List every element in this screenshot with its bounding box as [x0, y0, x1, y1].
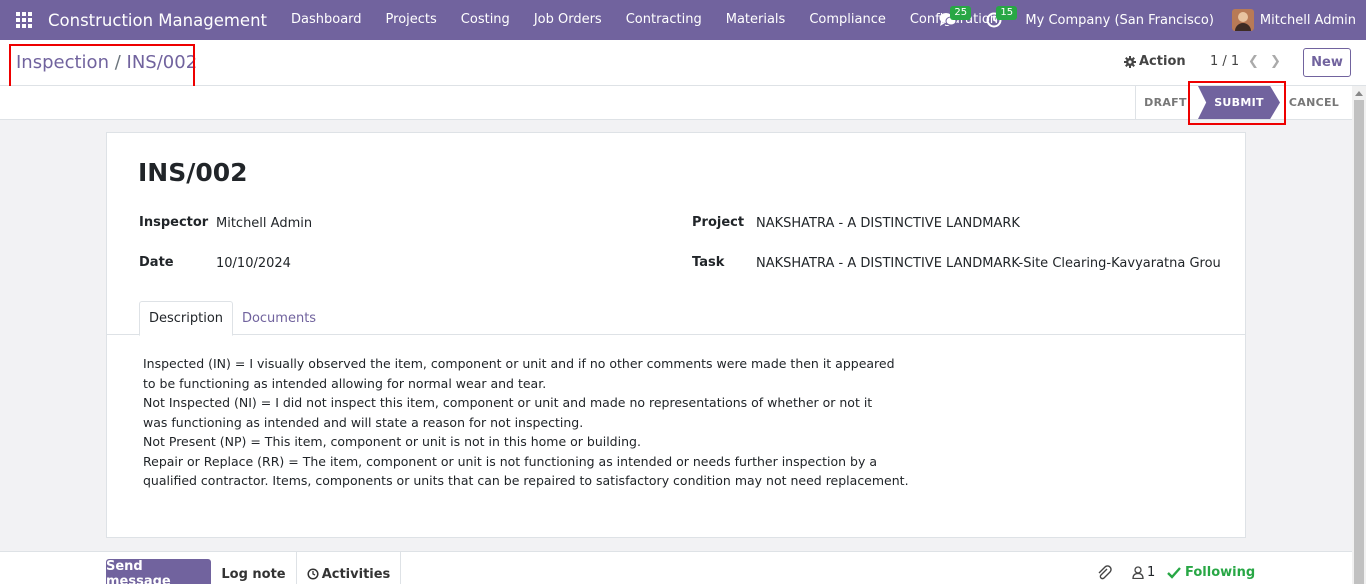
- company-switcher[interactable]: My Company (San Francisco): [1025, 13, 1213, 28]
- activities-label: Activities: [321, 566, 391, 582]
- log-note-button[interactable]: Log note: [211, 552, 297, 584]
- pager-previous-icon[interactable]: ❮: [1248, 54, 1259, 69]
- menu-item-projects[interactable]: Projects: [374, 0, 449, 40]
- description-line: Not Present (NP) = This item, component …: [143, 434, 641, 449]
- stage-cancel[interactable]: CANCEL: [1284, 86, 1344, 119]
- menu-item-materials[interactable]: Materials: [714, 0, 798, 40]
- description-line: Not Inspected (NI) = I did not inspect t…: [143, 395, 873, 410]
- inspector-field[interactable]: Mitchell Admin: [216, 216, 312, 231]
- form-sheet: INS/002 Inspector Mitchell Admin Date 10…: [106, 132, 1246, 538]
- apps-menu-icon[interactable]: [0, 0, 48, 40]
- main-menu: Dashboard Projects Costing Job Orders Co…: [279, 0, 1010, 40]
- tab-description[interactable]: Description: [139, 301, 233, 336]
- activities-count-badge: 15: [996, 6, 1018, 20]
- project-field[interactable]: NAKSHATRA - A DISTINCTIVE LANDMARK: [756, 216, 1020, 231]
- menu-item-compliance[interactable]: Compliance: [797, 0, 898, 40]
- messages-button[interactable]: 25: [933, 0, 972, 40]
- following-button[interactable]: Following: [1167, 565, 1255, 580]
- user-menu[interactable]: Mitchell Admin: [1231, 9, 1356, 31]
- scrollbar-thumb[interactable]: [1354, 100, 1364, 584]
- stage-draft[interactable]: DRAFT: [1135, 86, 1195, 119]
- date-field[interactable]: 10/10/2024: [216, 256, 291, 271]
- menu-item-dashboard[interactable]: Dashboard: [279, 0, 374, 40]
- date-label: Date: [139, 255, 174, 270]
- attachments-button[interactable]: [1096, 565, 1112, 581]
- top-navbar: Construction Management Dashboard Projec…: [0, 0, 1366, 40]
- project-label: Project: [692, 215, 745, 230]
- inspector-label: Inspector: [139, 215, 209, 230]
- followers-count: 1: [1147, 565, 1156, 580]
- avatar: [1231, 9, 1254, 31]
- record-title: INS/002: [138, 158, 248, 187]
- breadcrumb-highlight-box: [9, 44, 195, 89]
- description-line: Inspected (IN) = I visually observed the…: [143, 356, 895, 371]
- user-name: Mitchell Admin: [1259, 12, 1356, 28]
- task-label: Task: [692, 255, 725, 270]
- notebook-tabs: Description Documents: [107, 301, 1245, 336]
- activities-button[interactable]: 15: [979, 0, 1018, 40]
- pager-value[interactable]: 1 / 1: [1210, 54, 1239, 69]
- paperclip-icon: [1098, 565, 1112, 580]
- menu-item-contracting[interactable]: Contracting: [614, 0, 714, 40]
- activities-button[interactable]: Activities: [297, 552, 401, 584]
- description-text[interactable]: Inspected (IN) = I visually observed the…: [143, 354, 1143, 491]
- scrollbar[interactable]: [1352, 86, 1366, 584]
- menu-item-costing[interactable]: Costing: [449, 0, 522, 40]
- check-icon: [1167, 566, 1181, 579]
- action-menu-button[interactable]: Action: [1124, 54, 1186, 69]
- description-line: was functioning as intended and will sta…: [143, 414, 584, 430]
- user-icon: [1132, 566, 1144, 579]
- description-line: Repair or Replace (RR) = The item, compo…: [143, 453, 877, 469]
- pager-next-icon[interactable]: ❯: [1270, 54, 1281, 69]
- following-label: Following: [1185, 565, 1256, 580]
- description-line: to be functioning as intended allowing f…: [143, 375, 547, 391]
- tab-documents[interactable]: Documents: [233, 301, 325, 335]
- new-button[interactable]: New: [1303, 48, 1351, 77]
- app-name[interactable]: Construction Management: [48, 11, 267, 30]
- gear-icon: [1124, 55, 1136, 68]
- menu-item-job-orders[interactable]: Job Orders: [522, 0, 614, 40]
- description-line: qualified contractor. Items, components …: [143, 473, 909, 488]
- followers-button[interactable]: 1: [1132, 565, 1155, 580]
- messages-count-badge: 25: [950, 6, 972, 20]
- task-field[interactable]: NAKSHATRA - A DISTINCTIVE LANDMARK-Site …: [756, 256, 1221, 271]
- send-message-button[interactable]: Send message: [106, 559, 211, 584]
- clock-icon: [307, 568, 319, 580]
- submit-highlight-box: [1188, 81, 1286, 125]
- action-label: Action: [1139, 54, 1186, 69]
- chatter-bar: Send message Log note Activities 1 Follo…: [0, 551, 1352, 584]
- status-bar: DRAFT SUBMIT CANCEL: [0, 86, 1366, 120]
- scroll-up-arrow-icon[interactable]: [1355, 91, 1363, 96]
